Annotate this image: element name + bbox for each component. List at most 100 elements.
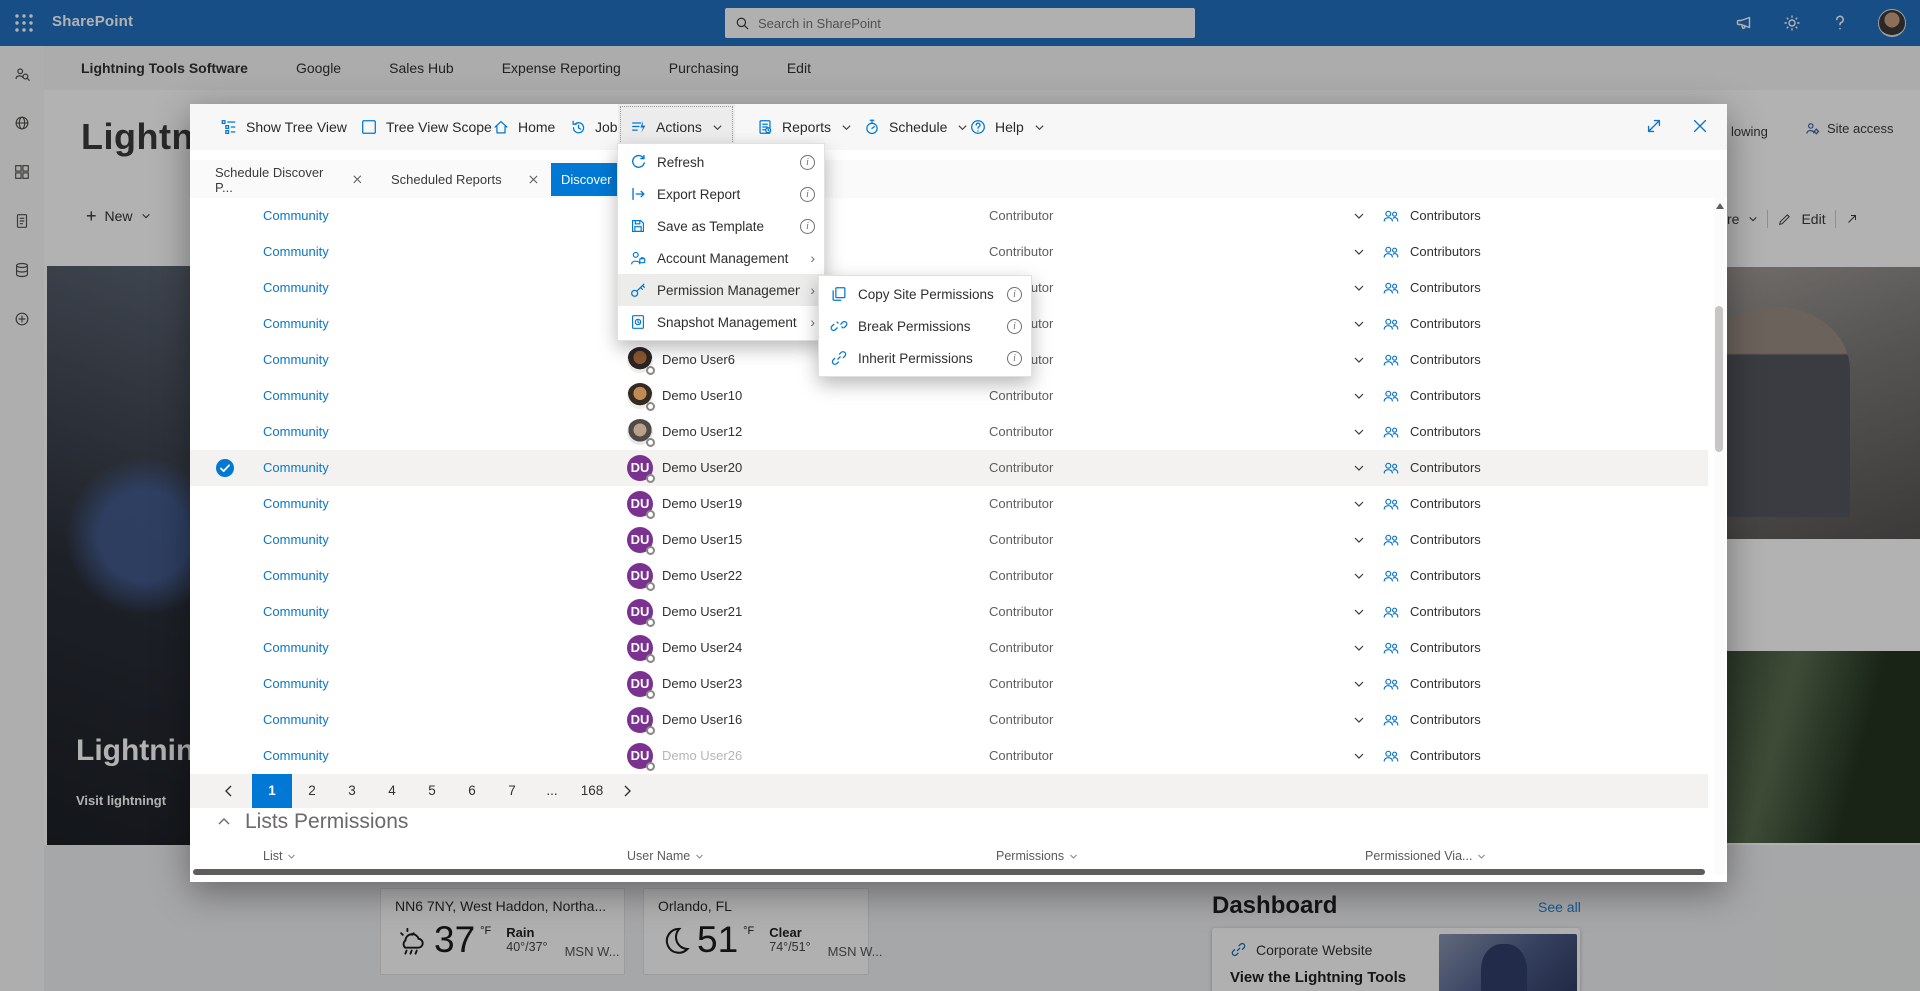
menu-item-account-management[interactable]: Account Management › xyxy=(618,242,824,274)
chevron-down-icon[interactable] xyxy=(1353,354,1365,366)
info-icon[interactable]: i xyxy=(1007,350,1022,366)
site-link[interactable]: Community xyxy=(263,666,329,702)
page-number[interactable]: 168 xyxy=(572,774,612,808)
info-icon[interactable]: i xyxy=(1007,286,1022,302)
table-row[interactable]: Community DU Demo User23 Contributor Con… xyxy=(190,666,1708,702)
page-number[interactable]: 1 xyxy=(252,774,292,808)
page-number[interactable]: 2 xyxy=(292,774,332,808)
page-number[interactable]: ... xyxy=(532,774,572,808)
chevron-down-icon[interactable] xyxy=(1353,642,1365,654)
table-row[interactable]: Community Contributor Contributors xyxy=(190,198,1708,234)
site-link[interactable]: Community xyxy=(263,342,329,378)
scroll-up-arrow[interactable] xyxy=(1716,203,1724,209)
chevron-down-icon[interactable] xyxy=(1353,426,1365,438)
chevron-down-icon[interactable] xyxy=(1353,282,1365,294)
page-number[interactable]: 6 xyxy=(452,774,492,808)
permissioned-via-group[interactable]: Contributors xyxy=(1410,558,1481,594)
menu-item-save-as-template[interactable]: Save as Template i xyxy=(618,210,824,242)
site-link[interactable]: Community xyxy=(263,630,329,666)
column-header[interactable]: User Name xyxy=(627,849,704,863)
site-link[interactable]: Community xyxy=(263,198,329,234)
page-number[interactable]: 7 xyxy=(492,774,532,808)
chevron-down-icon[interactable] xyxy=(1353,750,1365,762)
site-link[interactable]: Community xyxy=(263,702,329,738)
site-link[interactable]: Community xyxy=(263,450,329,486)
toolbar-help[interactable]: Help xyxy=(969,104,1045,150)
column-header[interactable]: Permissions xyxy=(996,849,1078,863)
site-link[interactable]: Community xyxy=(263,486,329,522)
chevron-down-icon[interactable] xyxy=(1353,570,1365,582)
permissioned-via-group[interactable]: Contributors xyxy=(1410,630,1481,666)
column-header[interactable]: Permissioned Via... xyxy=(1365,849,1486,863)
vertical-scrollbar[interactable] xyxy=(1714,198,1725,874)
site-link[interactable]: Community xyxy=(263,306,329,342)
permissioned-via-group[interactable]: Contributors xyxy=(1410,522,1481,558)
menu-item-inherit-permissions[interactable]: Inherit Permissions i xyxy=(819,342,1031,374)
site-link[interactable]: Community xyxy=(263,558,329,594)
permissioned-via-group[interactable]: Contributors xyxy=(1410,486,1481,522)
info-icon[interactable]: i xyxy=(800,186,815,202)
page-number[interactable]: 5 xyxy=(412,774,452,808)
next-page-icon[interactable] xyxy=(620,784,634,798)
permissioned-via-group[interactable]: Contributors xyxy=(1410,666,1481,702)
permissioned-via-group[interactable]: Contributors xyxy=(1410,594,1481,630)
close-tab-icon[interactable] xyxy=(528,174,539,185)
chevron-down-icon[interactable] xyxy=(1353,714,1365,726)
info-icon[interactable]: i xyxy=(800,218,815,234)
table-row[interactable]: Community DU Demo User19 Contributor Con… xyxy=(190,486,1708,522)
permissioned-via-group[interactable]: Contributors xyxy=(1410,270,1481,306)
expand-dialog-icon[interactable] xyxy=(1645,117,1663,135)
close-dialog-icon[interactable] xyxy=(1691,117,1709,135)
site-link[interactable]: Community xyxy=(263,270,329,306)
menu-item-break-permissions[interactable]: Break Permissions i xyxy=(819,310,1031,342)
selected-check-icon[interactable] xyxy=(216,459,234,477)
chevron-down-icon[interactable] xyxy=(1353,606,1365,618)
info-icon[interactable]: i xyxy=(800,154,815,170)
menu-item-refresh[interactable]: Refresh i xyxy=(618,146,824,178)
permissioned-via-group[interactable]: Contributors xyxy=(1410,414,1481,450)
table-row[interactable]: Community Contributor Contributors xyxy=(190,234,1708,270)
site-link[interactable]: Community xyxy=(263,378,329,414)
table-row[interactable]: Community Demo User10 Contributor Contri… xyxy=(190,378,1708,414)
chevron-down-icon[interactable] xyxy=(1353,498,1365,510)
permissioned-via-group[interactable]: Contributors xyxy=(1410,234,1481,270)
menu-item-snapshot-management[interactable]: Snapshot Management › xyxy=(618,306,824,338)
permissioned-via-group[interactable]: Contributors xyxy=(1410,306,1481,342)
table-row[interactable]: Community DU Demo User15 Contributor Con… xyxy=(190,522,1708,558)
chevron-down-icon[interactable] xyxy=(1353,678,1365,690)
chevron-down-icon[interactable] xyxy=(1353,210,1365,222)
toolbar-home[interactable]: Home xyxy=(492,104,555,150)
site-link[interactable]: Community xyxy=(263,594,329,630)
previous-page-icon[interactable] xyxy=(222,784,236,798)
tab-scheduled-reports[interactable]: Scheduled Reports xyxy=(381,163,549,196)
toolbar-show-tree-view[interactable]: Show Tree View xyxy=(220,104,347,150)
chevron-down-icon[interactable] xyxy=(1353,534,1365,546)
toolbar-schedule[interactable]: Schedule xyxy=(863,104,968,150)
horizontal-scrollbar-thumb[interactable] xyxy=(193,869,1705,875)
page-number[interactable]: 3 xyxy=(332,774,372,808)
vertical-scrollbar-thumb[interactable] xyxy=(1715,306,1723,452)
table-row[interactable]: Community DU Demo User24 Contributor Con… xyxy=(190,630,1708,666)
permissioned-via-group[interactable]: Contributors xyxy=(1410,198,1481,234)
table-row[interactable]: Community DU Demo User22 Contributor Con… xyxy=(190,558,1708,594)
permissioned-via-group[interactable]: Contributors xyxy=(1410,450,1481,486)
info-icon[interactable]: i xyxy=(1007,318,1022,334)
menu-item-export-report[interactable]: Export Report i xyxy=(618,178,824,210)
site-link[interactable]: Community xyxy=(263,234,329,270)
site-link[interactable]: Community xyxy=(263,414,329,450)
page-number[interactable]: 4 xyxy=(372,774,412,808)
table-row[interactable]: Community Demo User12 Contributor Contri… xyxy=(190,414,1708,450)
toolbar-tree-view-scope[interactable]: Tree View Scope xyxy=(360,104,492,150)
table-row[interactable]: Community DU Demo User16 Contributor Con… xyxy=(190,702,1708,738)
chevron-down-icon[interactable] xyxy=(1353,390,1365,402)
chevron-down-icon[interactable] xyxy=(1353,246,1365,258)
table-row[interactable]: Community DU Demo User20 Contributor Con… xyxy=(190,450,1708,486)
lists-permissions-header[interactable]: Lists Permissions xyxy=(217,810,408,834)
site-link[interactable]: Community xyxy=(263,522,329,558)
permissioned-via-group[interactable]: Contributors xyxy=(1410,342,1481,378)
tab-schedule-discover[interactable]: Schedule Discover P... xyxy=(205,163,373,196)
table-row[interactable]: Community DU Demo User21 Contributor Con… xyxy=(190,594,1708,630)
chevron-down-icon[interactable] xyxy=(1353,462,1365,474)
permissioned-via-group[interactable]: Contributors xyxy=(1410,378,1481,414)
site-link[interactable]: Community xyxy=(263,738,329,774)
